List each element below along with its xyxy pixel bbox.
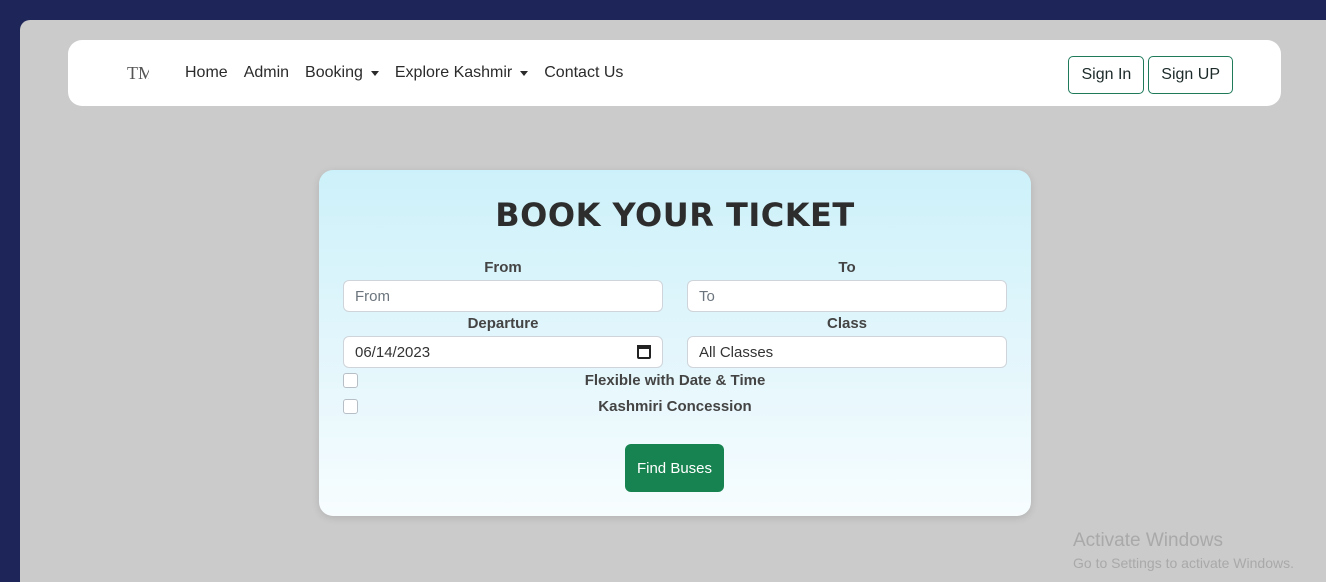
nav-link-contact-us[interactable]: Contact Us <box>544 64 623 82</box>
concession-label: Kashmiri Concession <box>598 397 752 415</box>
nav-dropdown-explore-kashmir[interactable]: Explore Kashmir <box>394 64 529 82</box>
from-input[interactable]: From <box>343 280 663 312</box>
to-field: To To <box>687 258 1007 312</box>
concession-row: Kashmiri Concession <box>343 396 1007 416</box>
from-label: From <box>484 259 522 276</box>
nav-link-contact-label: Contact Us <box>544 64 624 81</box>
nav-dropdown-explore-label: Explore Kashmir <box>394 64 513 81</box>
page-body: TM Home Admin Booking Explore Kashmir Co… <box>20 20 1326 582</box>
nav-dropdown-booking[interactable]: Booking <box>305 64 379 82</box>
to-input[interactable]: To <box>687 280 1007 312</box>
flexible-label: Flexible with Date & Time <box>584 371 766 389</box>
watermark-title: Activate Windows <box>1073 530 1223 551</box>
auth-buttons: Sign In Sign UP <box>1068 56 1233 94</box>
class-label: Class <box>826 315 868 332</box>
caret-down-icon <box>370 70 379 76</box>
calendar-icon[interactable] <box>637 345 651 359</box>
to-placeholder: To <box>699 287 715 305</box>
departure-label: Departure <box>467 315 539 332</box>
watermark-subtitle: Go to Settings to activate Windows. <box>1073 555 1294 571</box>
departure-date-value: 06/14/2023 <box>355 343 431 361</box>
nav-link-admin-label: Admin <box>243 64 290 81</box>
nav-links: Home Admin Booking Explore Kashmir Conta… <box>185 40 639 106</box>
sign-in-button[interactable]: Sign In <box>1068 56 1145 94</box>
brand-logo-icon[interactable]: TM <box>127 61 149 85</box>
booking-card: BOOK YOUR TICKET From From To To Departu… <box>319 170 1031 516</box>
activate-windows-watermark: Activate Windows Go to Settings to activ… <box>1073 530 1294 573</box>
class-select-value: All Classes <box>699 343 774 361</box>
booking-title: BOOK YOUR TICKET <box>495 196 855 234</box>
logo-text: TM <box>127 63 149 83</box>
class-select[interactable]: All Classes <box>687 336 1007 368</box>
departure-date-input[interactable]: 06/14/2023 <box>343 336 663 368</box>
find-buses-button[interactable]: Find Buses <box>625 444 724 492</box>
caret-down-icon <box>520 70 529 76</box>
nav-link-admin[interactable]: Admin <box>244 64 289 82</box>
flexible-row: Flexible with Date & Time <box>343 370 1007 390</box>
from-field: From From <box>343 258 663 312</box>
nav-dropdown-booking-label: Booking <box>305 64 363 81</box>
navbar: TM Home Admin Booking Explore Kashmir Co… <box>68 40 1281 106</box>
sign-up-button[interactable]: Sign UP <box>1148 56 1233 94</box>
nav-link-home-label: Home <box>185 64 228 81</box>
departure-field: Departure 06/14/2023 <box>343 314 663 368</box>
to-label: To <box>838 259 856 276</box>
class-field: Class All Classes <box>687 314 1007 368</box>
nav-link-home[interactable]: Home <box>185 64 228 82</box>
from-placeholder: From <box>355 287 390 305</box>
